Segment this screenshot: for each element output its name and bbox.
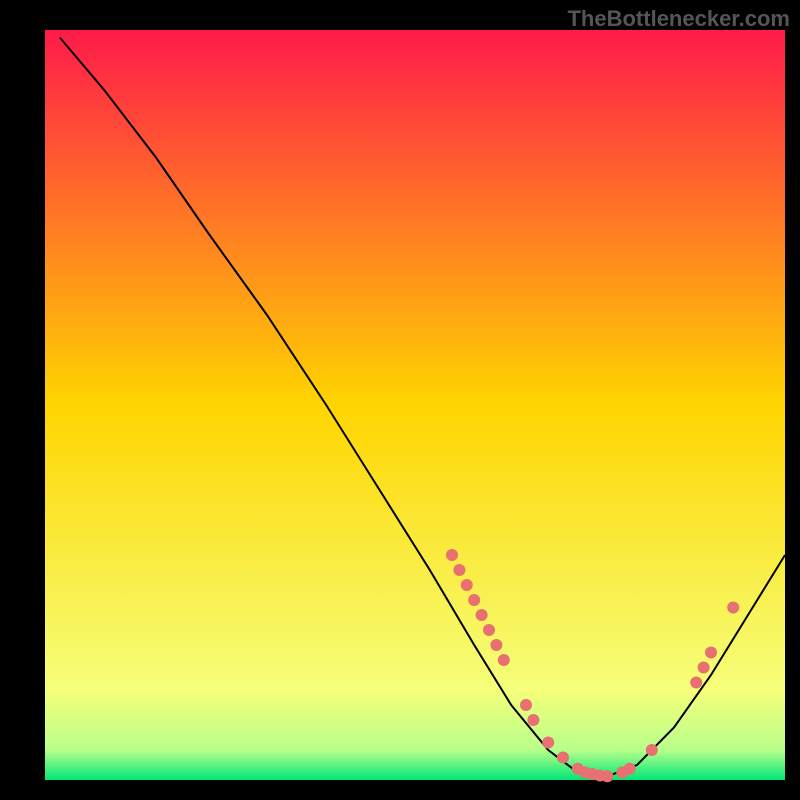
data-point [705,647,717,659]
data-point [490,639,502,651]
chart-container: TheBottlenecker.com [0,0,800,800]
data-point [468,594,480,606]
data-point [461,579,473,591]
data-point [698,662,710,674]
data-point [646,744,658,756]
data-point [727,602,739,614]
data-point [498,654,510,666]
data-point [446,549,458,561]
data-point [527,714,539,726]
data-point [483,624,495,636]
data-point [453,564,465,576]
data-point [624,763,636,775]
data-point [476,609,488,621]
data-point [557,752,569,764]
plot-background [45,30,785,780]
watermark-text: TheBottlenecker.com [567,6,790,32]
data-point [542,737,554,749]
data-point [690,677,702,689]
data-point [601,770,613,782]
data-point [520,699,532,711]
chart-svg [0,0,800,800]
